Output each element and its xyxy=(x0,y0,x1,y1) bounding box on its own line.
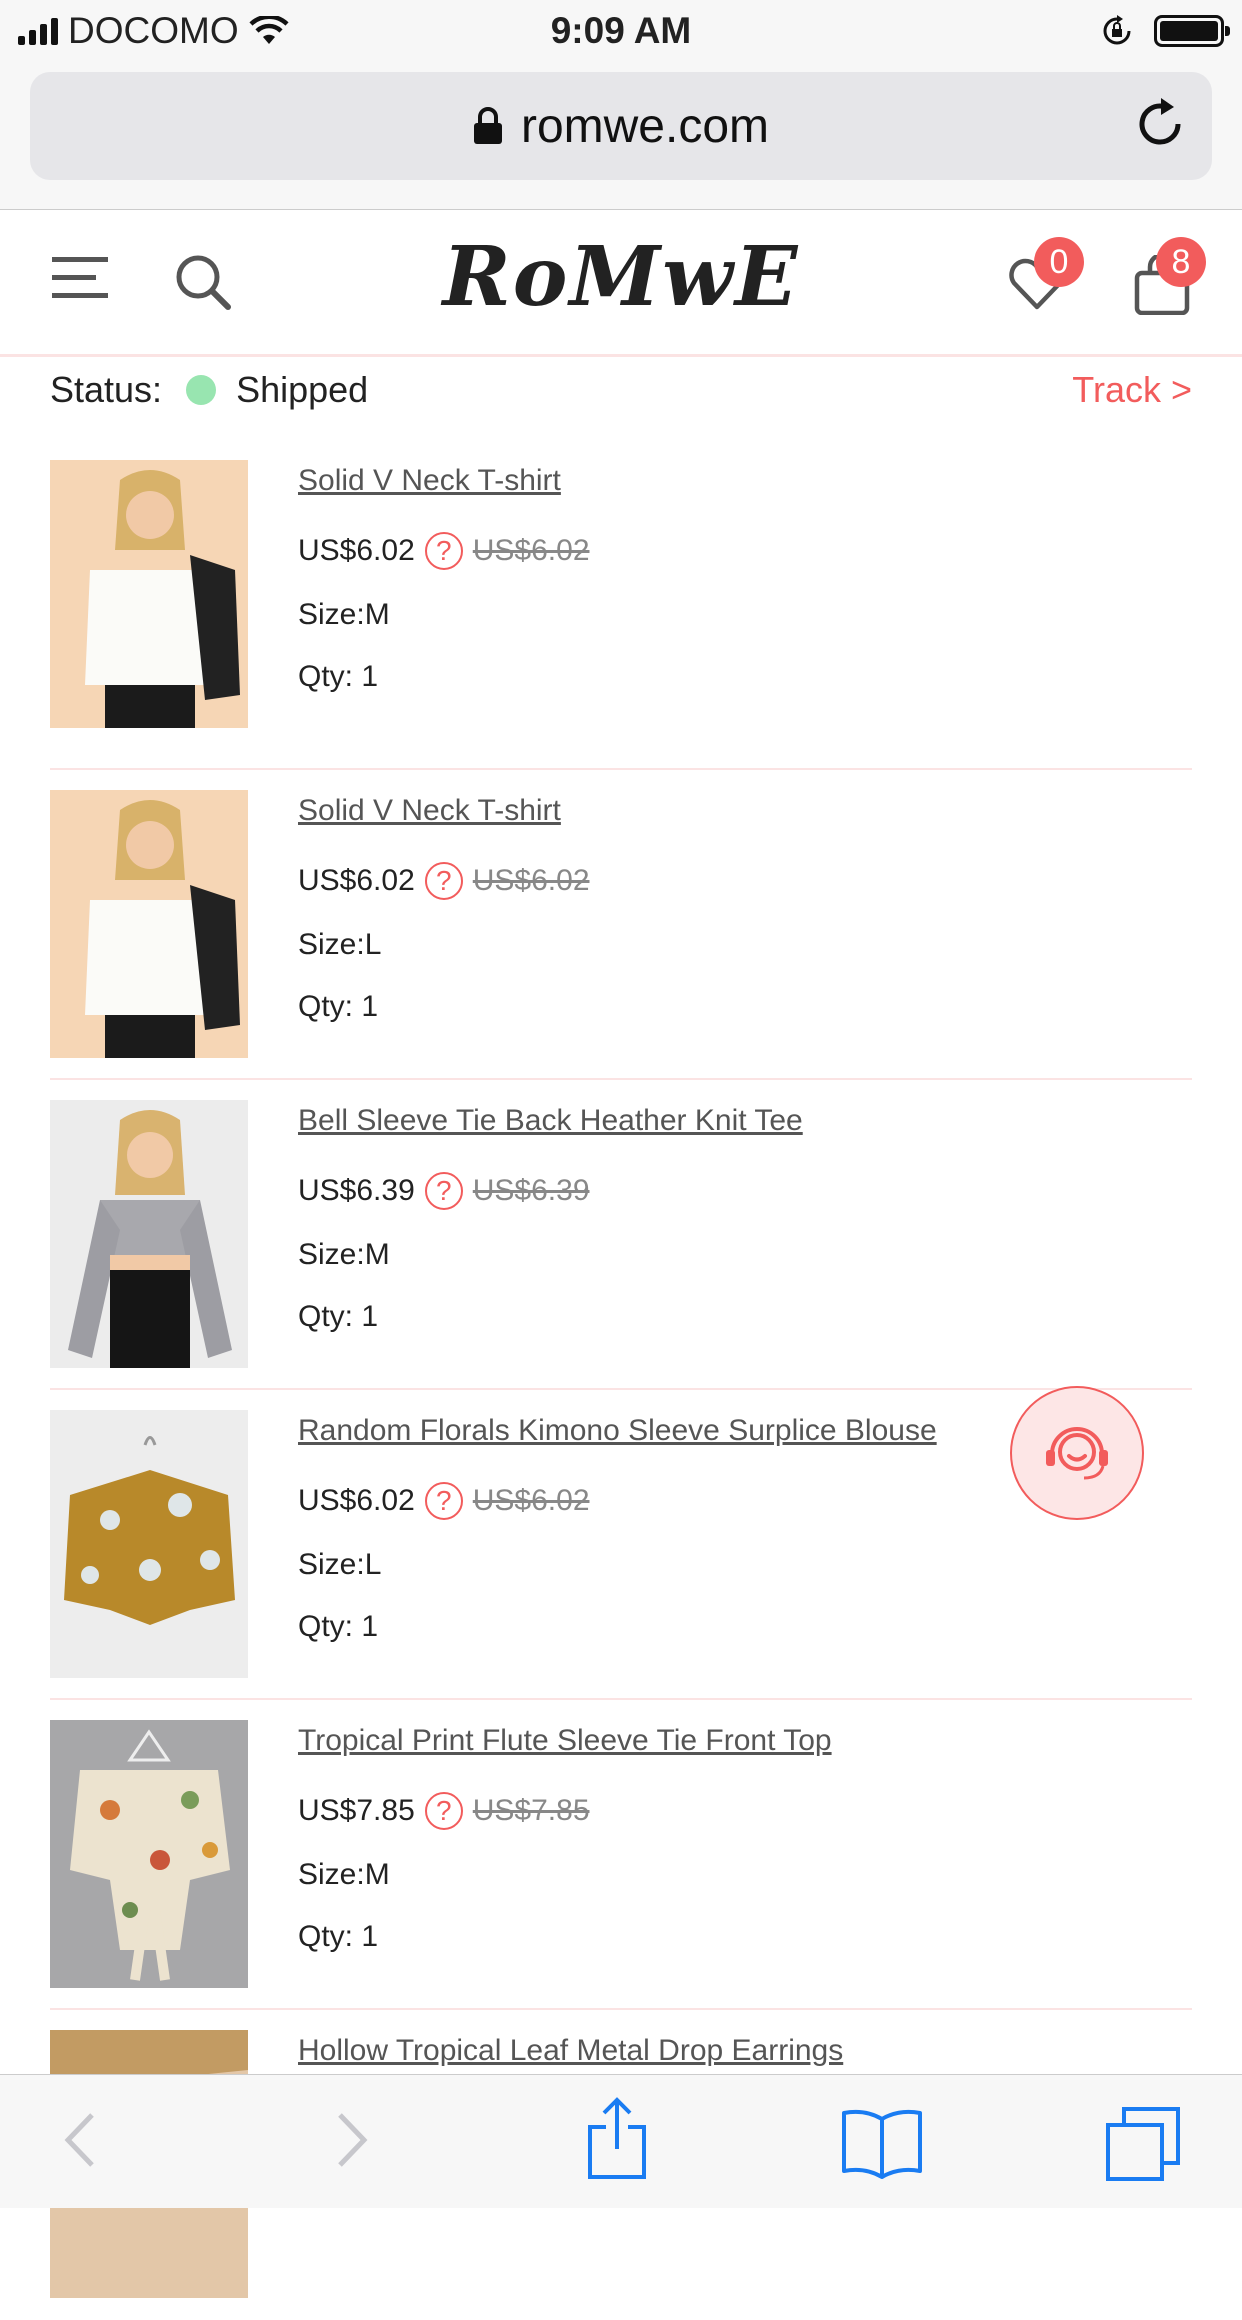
product-name-link[interactable]: Solid V Neck T-shirt xyxy=(298,464,590,498)
browser-toolbar: romwe.com xyxy=(0,62,1242,210)
product-name-link[interactable]: Solid V Neck T-shirt xyxy=(298,794,590,828)
site-header: RoMwE 0 8 xyxy=(0,211,1242,357)
ios-status-bar: DOCOMO 9:09 AM xyxy=(0,0,1242,62)
battery-icon xyxy=(1154,15,1230,47)
product-original-price: US$6.39 xyxy=(472,1174,590,1207)
customer-support-button[interactable] xyxy=(1010,1386,1144,1520)
forward-icon[interactable] xyxy=(332,2105,372,2175)
product-qty: Qty: 1 xyxy=(298,1610,379,1643)
product-price: US$6.02 xyxy=(298,534,415,567)
product-image[interactable] xyxy=(50,1100,248,1368)
product-image[interactable] xyxy=(50,1410,248,1678)
product-size: Size:M xyxy=(298,598,390,631)
product-image[interactable] xyxy=(50,1720,248,1988)
back-icon[interactable] xyxy=(60,2105,100,2175)
price-help-icon[interactable]: ? xyxy=(424,532,463,570)
bookmarks-icon[interactable] xyxy=(840,2105,924,2179)
headset-icon xyxy=(1046,1427,1108,1480)
product-original-price: US$7.85 xyxy=(472,1794,590,1827)
order-status-row: Status: Shipped Track > xyxy=(50,365,1192,415)
product-qty: Qty: 1 xyxy=(298,990,379,1023)
product-price: US$6.39 xyxy=(298,1174,415,1207)
carrier-name: DOCOMO xyxy=(68,10,239,51)
list-item[interactable]: Solid V Neck T-shirt US$6.02 ? US$6.02 S… xyxy=(50,770,1192,1080)
reload-icon[interactable] xyxy=(1134,98,1186,150)
price-help-icon[interactable]: ? xyxy=(424,862,463,900)
product-name-link[interactable]: Bell Sleeve Tie Back Heather Knit Tee xyxy=(298,1104,803,1138)
product-name-link[interactable]: Hollow Tropical Leaf Metal Drop Earrings xyxy=(298,2034,843,2068)
order-items-list: Solid V Neck T-shirt US$6.02 ? US$6.02 S… xyxy=(50,460,1192,2320)
browser-bottom-toolbar xyxy=(0,2074,1242,2208)
tabs-icon[interactable] xyxy=(1104,2105,1184,2183)
product-original-price: US$6.02 xyxy=(472,1484,590,1517)
product-size: Size:L xyxy=(298,1548,382,1581)
status-dot xyxy=(186,375,217,405)
share-icon[interactable] xyxy=(584,2097,650,2181)
product-image[interactable] xyxy=(50,790,248,1058)
rotation-lock-icon xyxy=(1103,15,1131,45)
track-link[interactable]: Track > xyxy=(1072,369,1192,411)
address-bar[interactable]: romwe.com xyxy=(30,72,1212,180)
price-help-icon[interactable]: ? xyxy=(424,1482,463,1520)
product-qty: Qty: 1 xyxy=(298,660,379,693)
product-price: US$7.85 xyxy=(298,1794,415,1827)
lock-icon xyxy=(473,107,502,144)
product-price: US$6.02 xyxy=(298,1484,415,1517)
product-name-link[interactable]: Random Florals Kimono Sleeve Surplice Bl… xyxy=(298,1414,937,1448)
list-item[interactable]: Solid V Neck T-shirt US$6.02 ? US$6.02 S… xyxy=(50,460,1192,770)
product-original-price: US$6.02 xyxy=(472,534,590,567)
cart-count-badge: 8 xyxy=(1156,237,1206,287)
status-value: Shipped xyxy=(236,369,369,410)
product-price: US$6.02 xyxy=(298,864,415,897)
list-item[interactable]: Tropical Print Flute Sleeve Tie Front To… xyxy=(50,1700,1192,2010)
product-qty: Qty: 1 xyxy=(298,1920,379,1953)
price-help-icon[interactable]: ? xyxy=(424,1172,463,1210)
product-size: Size:M xyxy=(298,1858,390,1891)
product-qty: Qty: 1 xyxy=(298,1300,379,1333)
signal-icon xyxy=(18,17,58,45)
product-size: Size:L xyxy=(298,928,382,961)
wifi-icon xyxy=(249,16,289,44)
product-size: Size:M xyxy=(298,1238,390,1271)
product-original-price: US$6.02 xyxy=(472,864,590,897)
product-name-link[interactable]: Tropical Print Flute Sleeve Tie Front To… xyxy=(298,1724,832,1758)
list-item[interactable]: Bell Sleeve Tie Back Heather Knit Tee US… xyxy=(50,1080,1192,1390)
status-label: Status: xyxy=(50,369,163,410)
url-text: romwe.com xyxy=(520,99,770,153)
price-help-icon[interactable]: ? xyxy=(424,1792,463,1830)
wishlist-count-badge: 0 xyxy=(1034,237,1084,287)
product-image[interactable] xyxy=(50,460,248,728)
